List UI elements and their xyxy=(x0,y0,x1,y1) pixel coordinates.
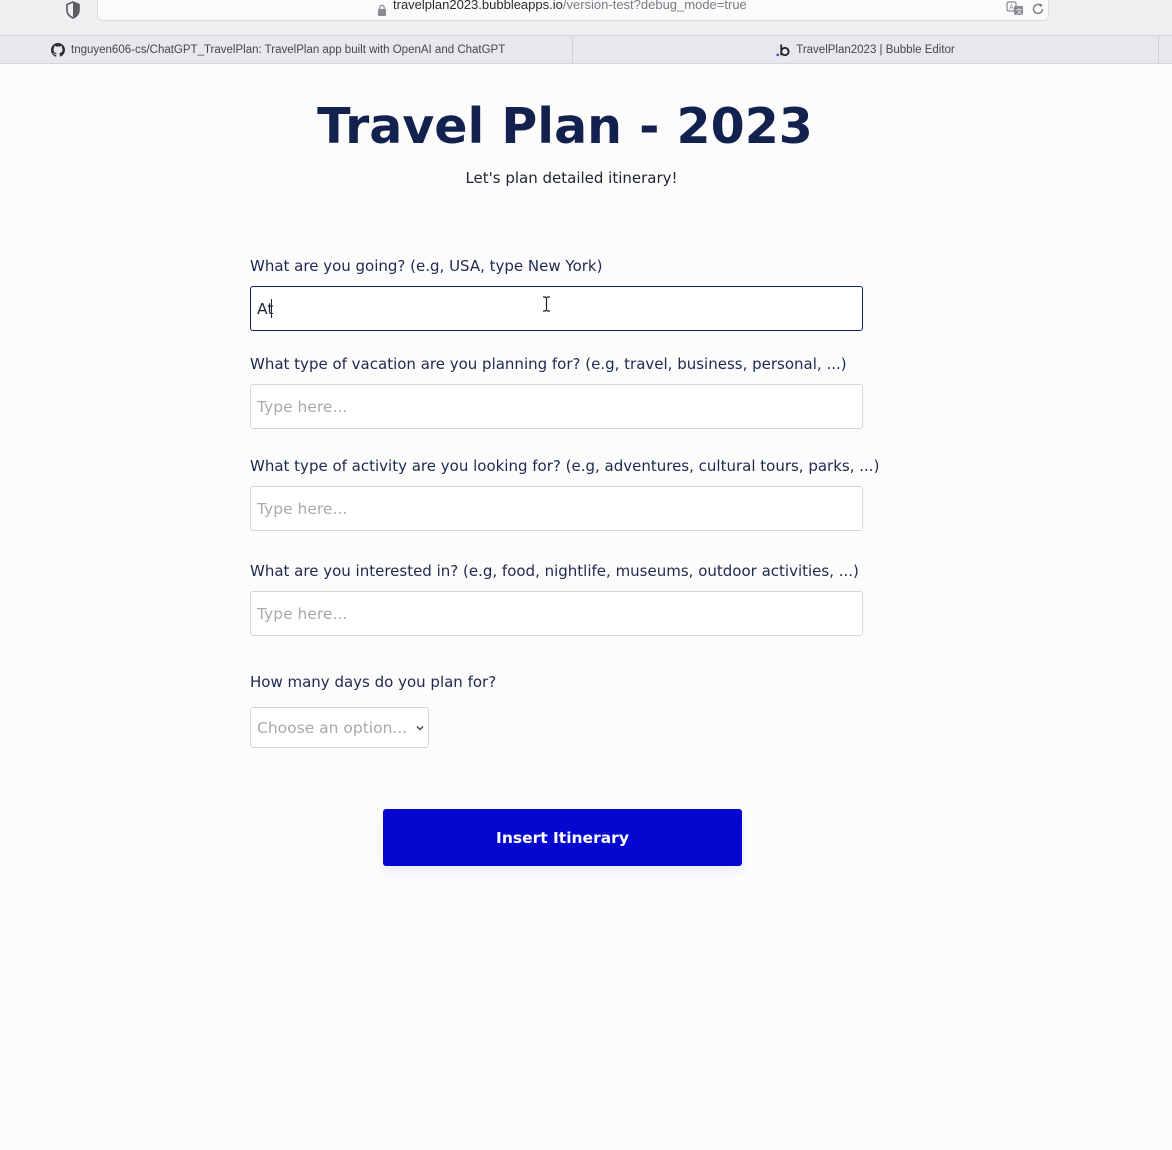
page-subtitle: Let's plan detailed itinerary! xyxy=(465,169,678,187)
url-host: travelplan2023.bubbleapps.io xyxy=(393,0,563,12)
lock-icon xyxy=(378,4,386,16)
activity-type-input[interactable] xyxy=(250,486,863,531)
vacation-type-input[interactable] xyxy=(250,384,863,429)
vacation-type-label: What type of vacation are you planning f… xyxy=(250,355,847,373)
svg-text:A: A xyxy=(1009,4,1014,12)
tab-strip: tnguyen606-cs/ChatGPT_TravelPlan: Travel… xyxy=(0,35,1172,64)
tab-bubble-editor[interactable]: TravelPlan2023 | Bubble Editor xyxy=(573,36,1159,64)
reload-icon[interactable] xyxy=(1031,2,1045,16)
chevron-down-icon xyxy=(416,726,424,731)
activity-type-label: What type of activity are you looking fo… xyxy=(250,457,880,475)
destination-label: What are you going? (e.g, USA, type New … xyxy=(250,257,603,275)
tab-label: TravelPlan2023 | Bubble Editor xyxy=(796,44,955,56)
svg-text:文: 文 xyxy=(1016,7,1023,16)
tab-github[interactable]: tnguyen606-cs/ChatGPT_TravelPlan: Travel… xyxy=(0,36,573,64)
url-text: travelplan2023.bubbleapps.io/version-tes… xyxy=(393,0,747,12)
insert-itinerary-button[interactable]: Insert Itinerary xyxy=(383,809,742,866)
days-select[interactable]: Choose an option... xyxy=(250,707,429,748)
shield-icon[interactable] xyxy=(64,1,82,19)
bubble-icon xyxy=(776,44,790,57)
tab-label: tnguyen606-cs/ChatGPT_TravelPlan: Travel… xyxy=(71,44,506,56)
translate-icon[interactable]: A 文 xyxy=(1006,1,1024,16)
address-bar[interactable]: travelplan2023.bubbleapps.io/version-tes… xyxy=(97,0,1049,21)
interests-label: What are you interested in? (e.g, food, … xyxy=(250,562,859,580)
github-icon xyxy=(51,43,65,57)
text-caret xyxy=(271,299,272,318)
interests-input[interactable] xyxy=(250,591,863,636)
days-label: How many days do you plan for? xyxy=(250,673,497,691)
browser-toolbar: travelplan2023.bubbleapps.io/version-tes… xyxy=(0,0,1172,35)
days-select-value: Choose an option... xyxy=(257,718,408,737)
destination-input[interactable] xyxy=(250,286,863,331)
text-cursor-icon xyxy=(543,296,550,312)
url-path: /version-test?debug_mode=true xyxy=(562,0,747,12)
page-title: Travel Plan - 2023 xyxy=(317,98,813,155)
